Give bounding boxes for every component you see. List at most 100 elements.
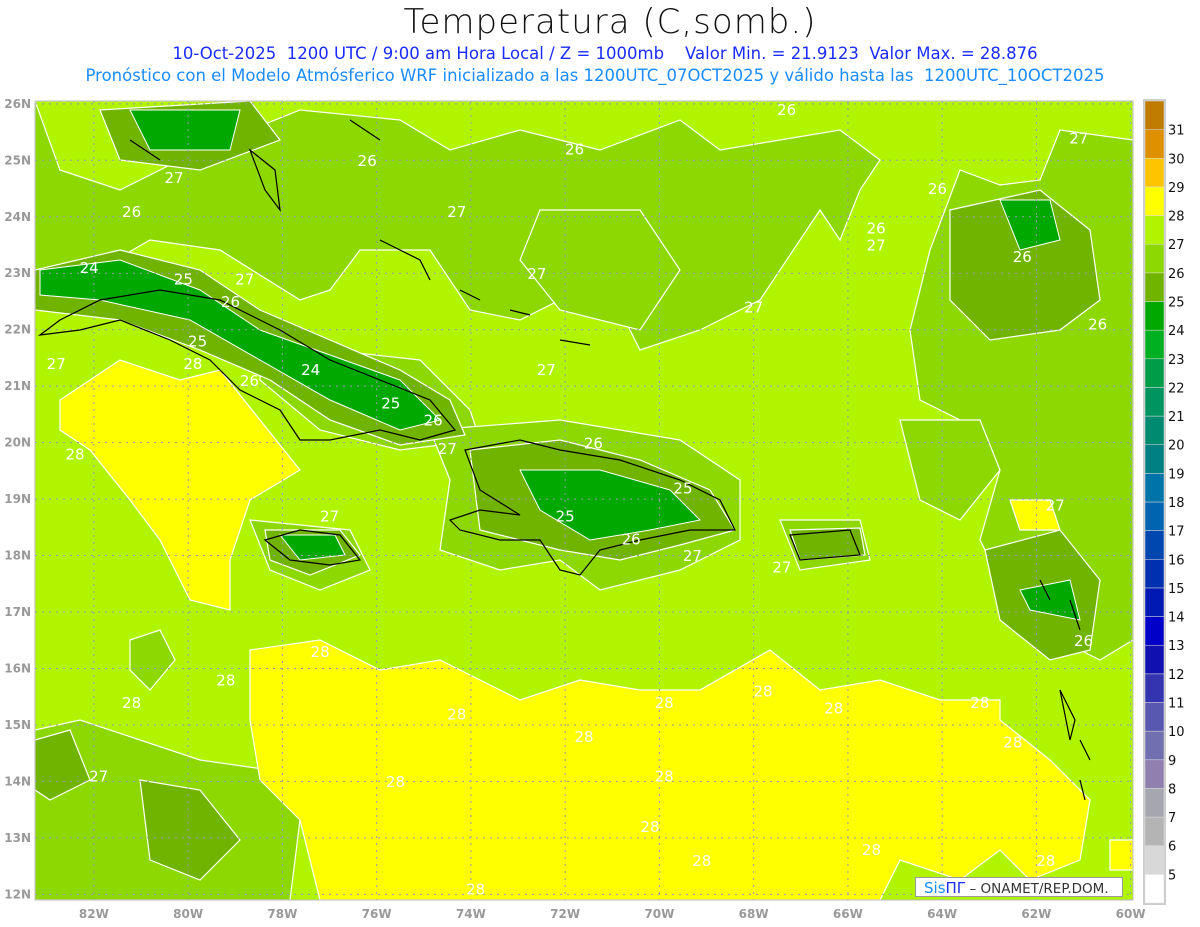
colorbar-label: 7 — [1168, 811, 1176, 826]
colorbar-label: 18 — [1168, 496, 1185, 511]
contour-label: 28 — [574, 728, 593, 746]
colorbar-swatch — [1144, 243, 1165, 274]
lat-label: 16N — [4, 661, 31, 675]
contour-label: 28 — [311, 643, 330, 661]
contour-label: 26 — [240, 372, 259, 390]
contour-label: 28 — [216, 671, 235, 689]
lon-label: 82W — [79, 907, 109, 921]
lat-label: 12N — [4, 887, 31, 901]
colorbar-swatch — [1144, 788, 1165, 818]
colorbar-label: 10 — [1168, 725, 1185, 740]
latitude-labels: 12N 13N 14N 15N 16N 17N 18N 19N 20N 21N 22N 23N 24N 2… — [4, 97, 31, 902]
contour-label: 26 — [928, 180, 947, 198]
colorbar-swatch — [1144, 702, 1165, 732]
colorbar-label: 31 — [1168, 124, 1185, 139]
lon-label: 64W — [927, 907, 957, 921]
colorbar-label: 13 — [1168, 639, 1185, 654]
contour-label: 28 — [1003, 734, 1022, 752]
longitude-labels: 82W 80W 78W 76W 74W 72W 70W 68W 66W 64W 62W 60W — [79, 907, 1146, 921]
contour-label: 28 — [466, 880, 485, 898]
contour-label: 25 — [556, 508, 575, 526]
lat-label: 19N — [4, 492, 31, 506]
colorbar-label: 27 — [1168, 238, 1185, 253]
contour-label: 27 — [744, 299, 763, 317]
contour-label: 26 — [584, 434, 603, 452]
contour-label: 27 — [683, 547, 702, 565]
contour-label: 26 — [622, 530, 641, 548]
colorbar-label: 15 — [1168, 582, 1185, 597]
colorbar-swatch — [1144, 215, 1165, 245]
lat-label: 14N — [4, 774, 31, 788]
contour-label: 27 — [537, 361, 556, 379]
contour-label: 26 — [777, 101, 796, 119]
lat-label: 15N — [4, 718, 31, 732]
contour-label: 26 — [1088, 316, 1107, 334]
colorbar-label: 14 — [1168, 611, 1185, 626]
contour-label: 26 — [1013, 248, 1032, 266]
contour-label: 25 — [381, 395, 400, 413]
contour-label: 28 — [862, 841, 881, 859]
contour-label: 28 — [447, 705, 466, 723]
lat-label: 25N — [4, 153, 31, 167]
colorbar-swatch — [1144, 559, 1165, 589]
colorbar-label: 17 — [1168, 525, 1185, 540]
colorbar-swatch — [1144, 444, 1165, 474]
colorbar-swatch — [1144, 644, 1165, 675]
contour-label: 27 — [447, 203, 466, 221]
contour-label: 28 — [970, 694, 989, 712]
colorbar-swatch — [1144, 616, 1165, 646]
model-info-subtitle: Pronóstico con el Modelo Atmósferico WRF… — [85, 66, 1105, 85]
lon-label: 60W — [1116, 907, 1146, 921]
contour-label: 28 — [66, 446, 85, 464]
credit-box: SisΠΓ – ONAMET/REP.DOM. — [915, 877, 1123, 897]
colorbar-label: 24 — [1168, 324, 1185, 339]
contour-label: 26 — [565, 141, 584, 159]
lat-label: 24N — [4, 210, 31, 224]
contour-label: 26 — [1074, 632, 1093, 650]
colorbar-label: 19 — [1168, 467, 1185, 482]
contour-label: 27 — [527, 265, 546, 283]
colorbar-label: 23 — [1168, 353, 1185, 368]
contour-label: 28 — [655, 694, 674, 712]
lon-label: 76W — [362, 907, 392, 921]
credit-sis: Sis — [924, 879, 946, 897]
colorbar-swatch — [1144, 415, 1165, 445]
colorbar-label: 28 — [1168, 210, 1185, 225]
contour-label: 27 — [772, 558, 791, 576]
colorbar-swatch — [1144, 816, 1165, 846]
colorbar-label: 30 — [1168, 152, 1185, 167]
lat-label: 26N — [4, 97, 31, 111]
colorbar-swatch — [1144, 530, 1165, 560]
colorbar-label: 29 — [1168, 181, 1185, 196]
colorbar-label: 8 — [1168, 782, 1176, 797]
contour-label: 27 — [89, 767, 108, 785]
temperature-map: 26 27 26 27 26 26 24 25 26 27 27 27 26 27 26 26 27 26 27 25… — [4, 97, 1185, 921]
map-title: Temperatura (C,somb.) — [403, 2, 817, 42]
lon-label: 70W — [644, 907, 674, 921]
contour-label: 28 — [1036, 852, 1055, 870]
colorbar-swatch — [1144, 845, 1165, 875]
contour-label: 26 — [358, 152, 377, 170]
colorbar-label: 12 — [1168, 668, 1185, 683]
lon-label: 66W — [833, 907, 863, 921]
colorbar-label: 9 — [1168, 754, 1176, 769]
contour-label: 27 — [867, 237, 886, 255]
contour-label: 27 — [1069, 129, 1088, 147]
lon-label: 80W — [173, 907, 203, 921]
lat-label: 21N — [4, 379, 31, 393]
colorbar-swatch — [1144, 272, 1165, 302]
contour-label: 28 — [183, 355, 202, 373]
colorbar-swatch — [1144, 673, 1165, 703]
contour-label: 28 — [824, 700, 843, 718]
lat-label: 18N — [4, 549, 31, 563]
colorbar-label: 11 — [1168, 697, 1185, 712]
map-field: 26272627262624252627 27272627262627262725… — [35, 101, 1133, 900]
contour-label: 27 — [164, 169, 183, 187]
colorbar-label: 6 — [1168, 840, 1176, 855]
lon-label: 78W — [267, 907, 297, 921]
contour-label: 27 — [320, 508, 339, 526]
contour-label: 26 — [221, 293, 240, 311]
colorbar-swatch — [1144, 730, 1165, 761]
colorbar-swatch — [1144, 587, 1165, 617]
contour-label: 28 — [655, 767, 674, 785]
